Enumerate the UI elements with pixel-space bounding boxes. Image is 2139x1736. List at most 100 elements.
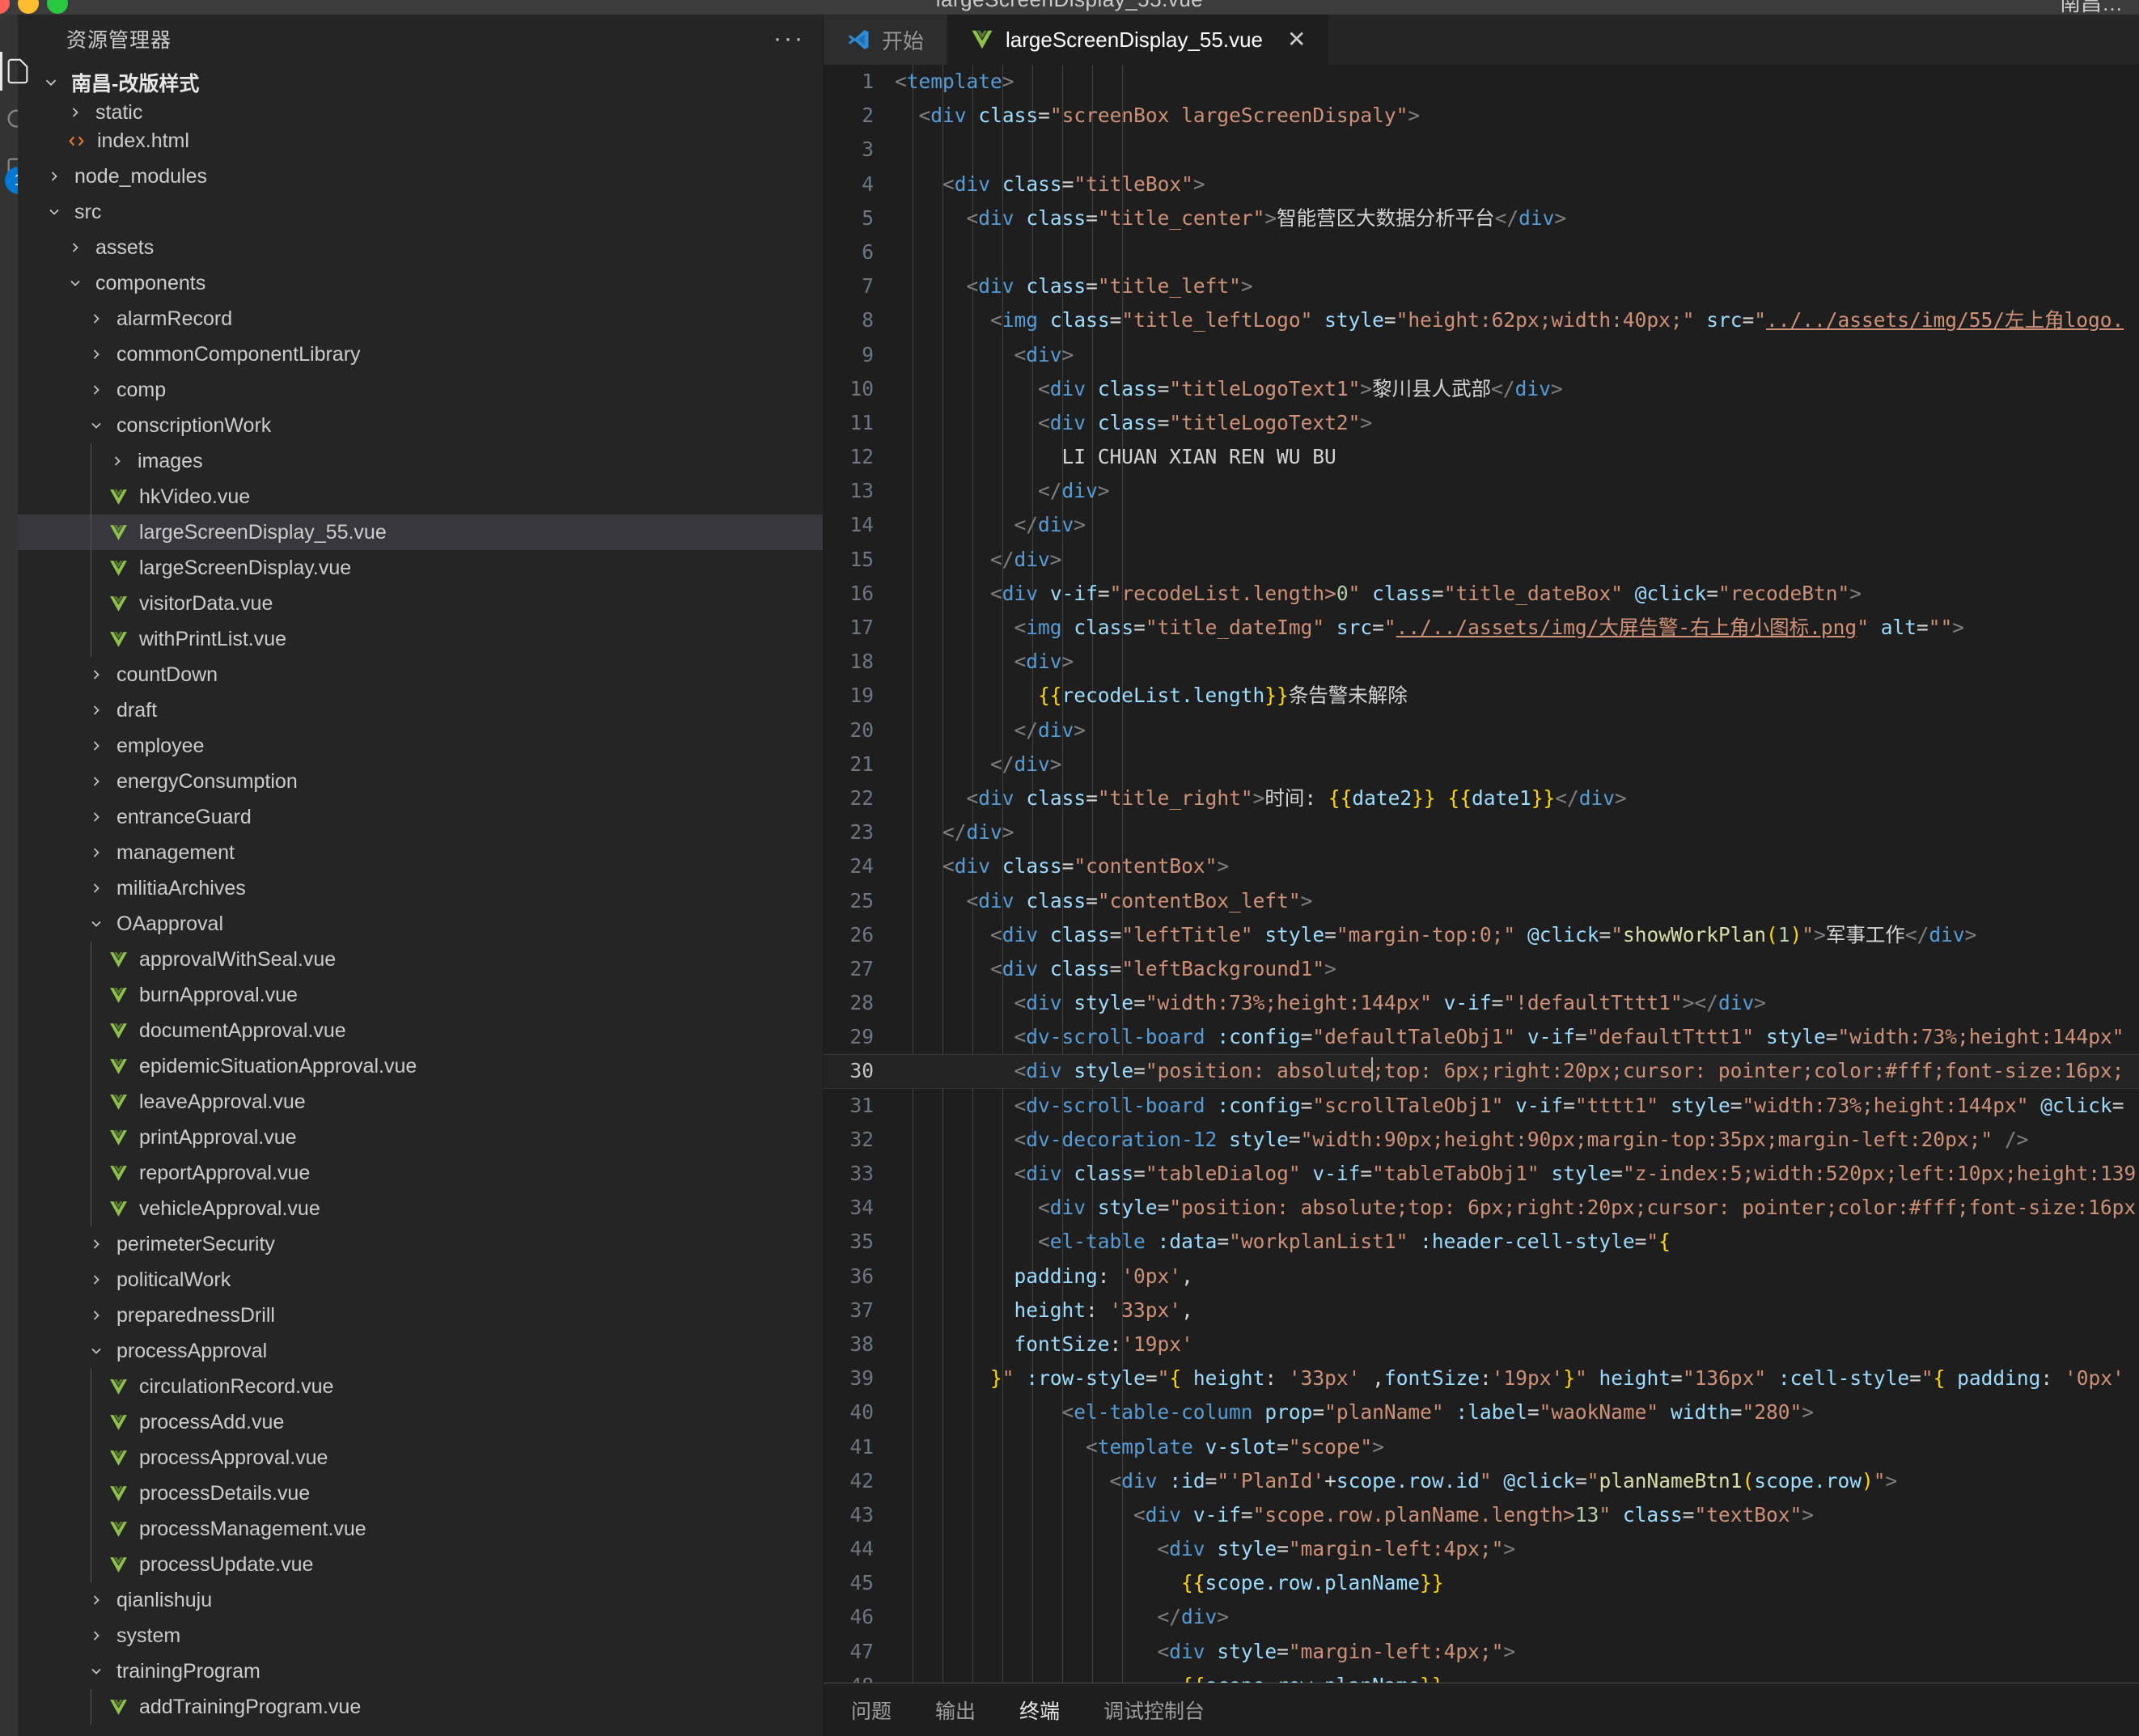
file-tree-folder-row[interactable]: management xyxy=(18,835,823,870)
file-tree-file-row[interactable]: largeScreenDisplay.vue xyxy=(18,550,823,586)
code-line[interactable]: 17 <img class="title_dateImg" src="../..… xyxy=(824,611,2139,645)
code-line[interactable]: 41 <template v-slot="scope"> xyxy=(824,1430,2139,1464)
code-line[interactable]: 43 <div v-if="scope.row.planName.length>… xyxy=(824,1498,2139,1532)
tree-twisty[interactable] xyxy=(84,773,108,790)
tree-twisty[interactable] xyxy=(84,738,108,754)
tree-twisty[interactable] xyxy=(84,1663,108,1679)
file-tree-file-row[interactable]: burnApproval.vue xyxy=(18,977,823,1013)
file-tree-folder-row[interactable]: countDown xyxy=(18,657,823,692)
code-line[interactable]: 27 <div class="leftBackground1"> xyxy=(824,952,2139,986)
code-line[interactable]: 1 <template> xyxy=(824,65,2139,99)
tree-twisty[interactable] xyxy=(84,880,108,896)
code-line[interactable]: 39 }" :row-style="{ height: '33px' ,font… xyxy=(824,1361,2139,1395)
code-line[interactable]: 20 </div> xyxy=(824,713,2139,747)
file-tree-folder-row[interactable]: src xyxy=(18,194,823,230)
explorer-root-folder[interactable]: 南昌-改版样式 xyxy=(18,63,823,102)
file-tree-folder-row[interactable]: preparednessDrill xyxy=(18,1298,823,1333)
tree-twisty[interactable] xyxy=(84,667,108,683)
file-tree-folder-row[interactable]: entranceGuard xyxy=(18,799,823,835)
tree-twisty[interactable] xyxy=(105,453,129,469)
file-tree-file-row[interactable]: largeScreenDisplay_55.vue xyxy=(18,514,823,550)
window-traffic-lights[interactable] xyxy=(0,0,68,14)
file-tree-file-row[interactable]: processApproval.vue xyxy=(18,1440,823,1476)
file-tree-folder-row[interactable]: images xyxy=(18,443,823,479)
code-line[interactable]: 35 <el-table :data="workplanList1" :head… xyxy=(824,1225,2139,1259)
file-tree-file-row[interactable]: approvalWithSeal.vue xyxy=(18,942,823,977)
code-line[interactable]: 11 <div class="titleLogoText2"> xyxy=(824,406,2139,440)
tree-twisty[interactable] xyxy=(84,417,108,434)
file-tree-folder-row[interactable]: trainingProgram xyxy=(18,1653,823,1689)
code-line[interactable]: 14 </div> xyxy=(824,508,2139,542)
tree-twisty[interactable] xyxy=(84,1628,108,1644)
file-tree-folder-row[interactable]: assets xyxy=(18,230,823,265)
code-line[interactable]: 48 {{scope.row.planName}} xyxy=(824,1669,2139,1683)
file-tree-file-row[interactable]: visitorData.vue xyxy=(18,586,823,621)
maximize-window-button[interactable] xyxy=(47,0,68,14)
file-tree-file-row[interactable]: leaveApproval.vue xyxy=(18,1084,823,1120)
code-line[interactable]: 8 <img class="title_leftLogo" style="hei… xyxy=(824,303,2139,337)
code-line[interactable]: 26 <div class="leftTitle" style="margin-… xyxy=(824,918,2139,952)
code-line[interactable]: 24 <div class="contentBox"> xyxy=(824,849,2139,883)
tree-twisty[interactable] xyxy=(84,1343,108,1359)
editor-tabs[interactable]: 开始 largeScreenDisplay_55.vue ✕ xyxy=(824,15,2139,65)
code-line[interactable]: 3 xyxy=(824,133,2139,167)
tree-twisty[interactable] xyxy=(84,1592,108,1608)
code-line[interactable]: 5 <div class="title_center">智能营区大数据分析平台<… xyxy=(824,201,2139,235)
file-tree-folder-row[interactable]: comp xyxy=(18,372,823,408)
code-line[interactable]: 33 <div class="tableDialog" v-if="tableT… xyxy=(824,1157,2139,1191)
tree-twisty[interactable] xyxy=(84,382,108,398)
tree-twisty[interactable] xyxy=(63,239,87,256)
tree-twisty[interactable] xyxy=(84,845,108,861)
code-line[interactable]: 15 </div> xyxy=(824,543,2139,577)
file-tree-folder-row[interactable]: conscriptionWork xyxy=(18,408,823,443)
code-line[interactable]: 29 <dv-scroll-board :config="defaultTale… xyxy=(824,1020,2139,1054)
tree-twisty[interactable] xyxy=(84,1307,108,1323)
panel-tab[interactable]: 调试控制台 xyxy=(1103,1696,1205,1725)
code-editor[interactable]: 1 <template> 2 <div class="screenBox large… xyxy=(824,65,2139,1683)
file-tree-folder-row[interactable]: processApproval xyxy=(18,1333,823,1369)
tree-twisty[interactable] xyxy=(84,346,108,362)
file-tree-file-row[interactable]: reportApproval.vue xyxy=(18,1155,823,1191)
file-tree-folder-row[interactable]: static xyxy=(18,102,823,124)
file-tree-file-row[interactable]: index.html xyxy=(18,123,823,159)
code-line[interactable]: 46 </div> xyxy=(824,1600,2139,1634)
code-line[interactable]: 45 {{scope.row.planName}} xyxy=(824,1566,2139,1600)
file-tree-folder-row[interactable]: components xyxy=(18,265,823,301)
code-line[interactable]: 28 <div style="width:73%;height:144px" v… xyxy=(824,986,2139,1020)
file-tree-file-row[interactable]: processAdd.vue xyxy=(18,1404,823,1440)
file-tree-file-row[interactable]: addTrainingProgram.vue xyxy=(18,1689,823,1725)
bottom-panel-tabs[interactable]: 问题 输出 终端 调试控制台 xyxy=(824,1683,2139,1736)
code-line[interactable]: 36 padding: '0px', xyxy=(824,1260,2139,1294)
code-line[interactable]: 22 <div class="title_right">时间: {{date2}… xyxy=(824,781,2139,815)
tree-twisty[interactable] xyxy=(84,809,108,825)
file-tree-folder-row[interactable]: draft xyxy=(18,692,823,728)
code-line[interactable]: 23 </div> xyxy=(824,815,2139,849)
editor-tab[interactable]: 开始 xyxy=(824,15,948,65)
file-tree-file-row[interactable]: withPrintList.vue xyxy=(18,621,823,657)
editor-tab[interactable]: largeScreenDisplay_55.vue ✕ xyxy=(947,15,1330,65)
code-line[interactable]: 40 <el-table-column prop="planName" :lab… xyxy=(824,1395,2139,1429)
tree-twisty[interactable] xyxy=(84,702,108,718)
code-line[interactable]: 18 <div> xyxy=(824,645,2139,679)
file-tree[interactable]: static index.html node_modules src assets com… xyxy=(18,102,823,1736)
panel-tab[interactable]: 终端 xyxy=(1019,1696,1060,1725)
file-tree-folder-row[interactable]: commonComponentLibrary xyxy=(18,337,823,372)
code-line[interactable]: 47 <div style="margin-left:4px;"> xyxy=(824,1635,2139,1669)
explorer-more-actions-button[interactable]: ··· xyxy=(773,27,805,51)
file-tree-file-row[interactable]: processUpdate.vue xyxy=(18,1547,823,1582)
file-tree-folder-row[interactable]: qianlishuju xyxy=(18,1582,823,1618)
tree-twisty[interactable] xyxy=(84,311,108,327)
tree-twisty[interactable] xyxy=(42,168,66,184)
tree-twisty[interactable] xyxy=(84,1236,108,1252)
file-tree-file-row[interactable]: documentApproval.vue xyxy=(18,1013,823,1048)
panel-tab[interactable]: 输出 xyxy=(935,1696,976,1725)
code-line[interactable]: 21 </div> xyxy=(824,747,2139,781)
code-line[interactable]: 4 <div class="titleBox"> xyxy=(824,167,2139,201)
file-tree-folder-row[interactable]: energyConsumption xyxy=(18,764,823,799)
code-line[interactable]: 19 {{recodeList.length}}条告警未解除 xyxy=(824,679,2139,713)
file-tree-folder-row[interactable]: node_modules xyxy=(18,159,823,194)
code-line[interactable]: 42 <div :id="'PlanId'+scope.row.id" @cli… xyxy=(824,1464,2139,1498)
panel-tab[interactable]: 问题 xyxy=(851,1696,892,1725)
code-line[interactable]: 16 <div v-if="recodeList.length>0" class… xyxy=(824,577,2139,611)
code-line[interactable]: 34 <div style="position: absolute;top: 6… xyxy=(824,1191,2139,1225)
